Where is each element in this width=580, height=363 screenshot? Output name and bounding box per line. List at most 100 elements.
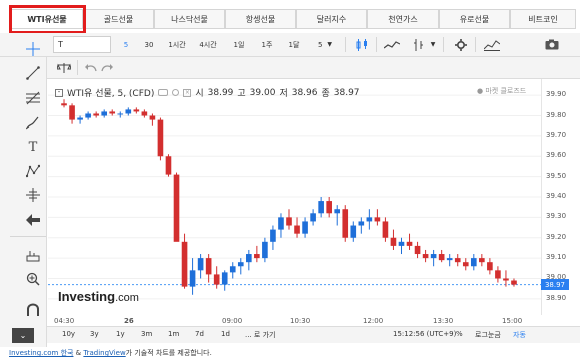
- candle-body: [109, 111, 116, 114]
- trend-line-icon[interactable]: [23, 63, 43, 83]
- candle-body: [246, 254, 252, 263]
- brush-icon[interactable]: [23, 113, 43, 133]
- legend-settings-icon[interactable]: [172, 89, 180, 96]
- range-1d[interactable]: 1d: [221, 330, 230, 338]
- interval-5[interactable]: 5: [120, 36, 132, 53]
- x-tick-label: 13:30: [433, 317, 454, 325]
- gear-icon[interactable]: [452, 36, 470, 53]
- candle-body: [446, 258, 453, 261]
- y-tick-label: 39.50: [546, 171, 567, 180]
- candle-body: [318, 201, 324, 214]
- x-tick-label: 12:00: [363, 317, 384, 325]
- tab-wti[interactable]: WTI유선물: [11, 9, 83, 29]
- arrow-left-icon[interactable]: [23, 210, 43, 230]
- tab-nasdaq[interactable]: 나스닥선물: [154, 9, 225, 29]
- fib-tool-icon[interactable]: [23, 88, 43, 108]
- goto-date-button[interactable]: ... 로 가기: [245, 330, 275, 340]
- candle-body: [141, 111, 148, 116]
- tab-bitcoin[interactable]: 비트코인: [510, 9, 576, 29]
- zoom-in-icon[interactable]: [23, 269, 43, 289]
- candle-body: [85, 113, 91, 118]
- range-1y[interactable]: 1y: [116, 330, 125, 338]
- magnet-icon[interactable]: [23, 300, 43, 320]
- y-tick-label: 39.40: [546, 192, 567, 200]
- tab-natural-gas[interactable]: 천연가스: [367, 9, 439, 29]
- chart-legend: - WTI유 선물, 5, (CFD) × 시 38.99 고 39.00 저 38.…: [55, 86, 360, 99]
- tab-euro[interactable]: 유로선물: [439, 9, 510, 29]
- candle-body: [382, 221, 389, 238]
- log-scale-toggle[interactable]: 로그눈금: [475, 330, 501, 340]
- camera-icon[interactable]: [542, 36, 562, 53]
- high-value: 39.00: [249, 87, 276, 98]
- candle-body: [350, 225, 357, 238]
- legend-close-icon[interactable]: ×: [183, 88, 192, 97]
- interval-4h[interactable]: 4시간: [197, 36, 219, 53]
- candle-body: [189, 270, 196, 287]
- low-label: 저: [279, 89, 288, 99]
- tab-gold[interactable]: 골드선물: [83, 9, 154, 29]
- interval-1h[interactable]: 1시간: [166, 36, 188, 53]
- candle-body: [398, 241, 405, 246]
- legend-collapse-icon[interactable]: -: [55, 88, 63, 97]
- x-tick-label: 09:00: [222, 317, 243, 325]
- range-1m[interactable]: 1m: [168, 330, 179, 338]
- interval-30[interactable]: 30: [141, 36, 157, 53]
- footer-text: 가 기술적 차트를 제공합니다.: [125, 349, 212, 357]
- candle-body: [286, 217, 292, 226]
- candle-body: [270, 229, 276, 242]
- footer-credit: Investing.com 한국 & TradingView가 기술적 차트를 …: [9, 348, 212, 358]
- candle-body: [117, 113, 124, 115]
- line-chart-icon[interactable]: [382, 36, 402, 53]
- close-label: 종: [321, 89, 330, 99]
- percent-toggle[interactable]: %: [456, 330, 463, 338]
- indicators-icon[interactable]: ▼: [412, 36, 436, 53]
- investing-link[interactable]: Investing.com 한국: [9, 349, 73, 357]
- tab-hangseng[interactable]: 항셍선물: [225, 9, 296, 29]
- interval-1w[interactable]: 1주: [259, 36, 275, 53]
- symbol-input[interactable]: T: [53, 36, 111, 53]
- candle-body: [165, 156, 172, 175]
- tab-dollar-index[interactable]: 달러지수: [296, 9, 367, 29]
- logo-suffix: .com: [115, 292, 139, 304]
- redo-icon[interactable]: [99, 59, 115, 76]
- interval-dropdown[interactable]: 5 ▼: [312, 36, 338, 53]
- candles-icon[interactable]: [352, 36, 372, 53]
- drawing-tools-sidebar: T: [0, 42, 47, 347]
- separator: [77, 60, 78, 75]
- clock-time: 15:12:56 (UTC+9): [393, 330, 457, 338]
- candle-body: [334, 209, 341, 214]
- last-price-label: 38.97: [541, 279, 569, 290]
- candle-body: [503, 278, 509, 281]
- candle-body: [438, 254, 445, 261]
- scale-icon[interactable]: [55, 59, 73, 76]
- candle-body: [125, 109, 132, 114]
- text-tool-icon[interactable]: T: [23, 137, 43, 157]
- candle-body: [366, 217, 373, 222]
- collapse-toolbar-button[interactable]: ⌄: [12, 328, 34, 343]
- range-10y[interactable]: 10y: [62, 330, 75, 338]
- range-7d[interactable]: 7d: [195, 330, 204, 338]
- candle-body: [221, 272, 228, 285]
- price-chart[interactable]: [48, 79, 541, 315]
- range-3y[interactable]: 3y: [90, 330, 99, 338]
- high-label: 고: [237, 89, 246, 99]
- ruler-icon[interactable]: [23, 245, 43, 265]
- x-tick-label: 10:30: [290, 317, 311, 325]
- drawing-toolbar: [47, 57, 580, 79]
- auto-scale-toggle[interactable]: 자동: [513, 330, 526, 340]
- close-value: 38.97: [333, 87, 360, 98]
- interval-1d[interactable]: 1일: [231, 36, 247, 53]
- tradingview-link[interactable]: TradingView: [83, 349, 125, 357]
- range-3m[interactable]: 3m: [141, 330, 152, 338]
- measure-icon[interactable]: [23, 185, 43, 205]
- interval-1m[interactable]: 1달: [286, 36, 302, 53]
- legend-eye-icon[interactable]: [158, 89, 169, 96]
- candle-body: [77, 117, 83, 120]
- pattern-tool-icon[interactable]: [23, 161, 43, 181]
- candle-body: [470, 258, 477, 267]
- undo-icon[interactable]: [83, 59, 99, 76]
- crosshair-icon[interactable]: [23, 39, 43, 59]
- separator: [10, 236, 46, 237]
- candle-body: [101, 111, 108, 116]
- compare-chart-icon[interactable]: [481, 36, 503, 53]
